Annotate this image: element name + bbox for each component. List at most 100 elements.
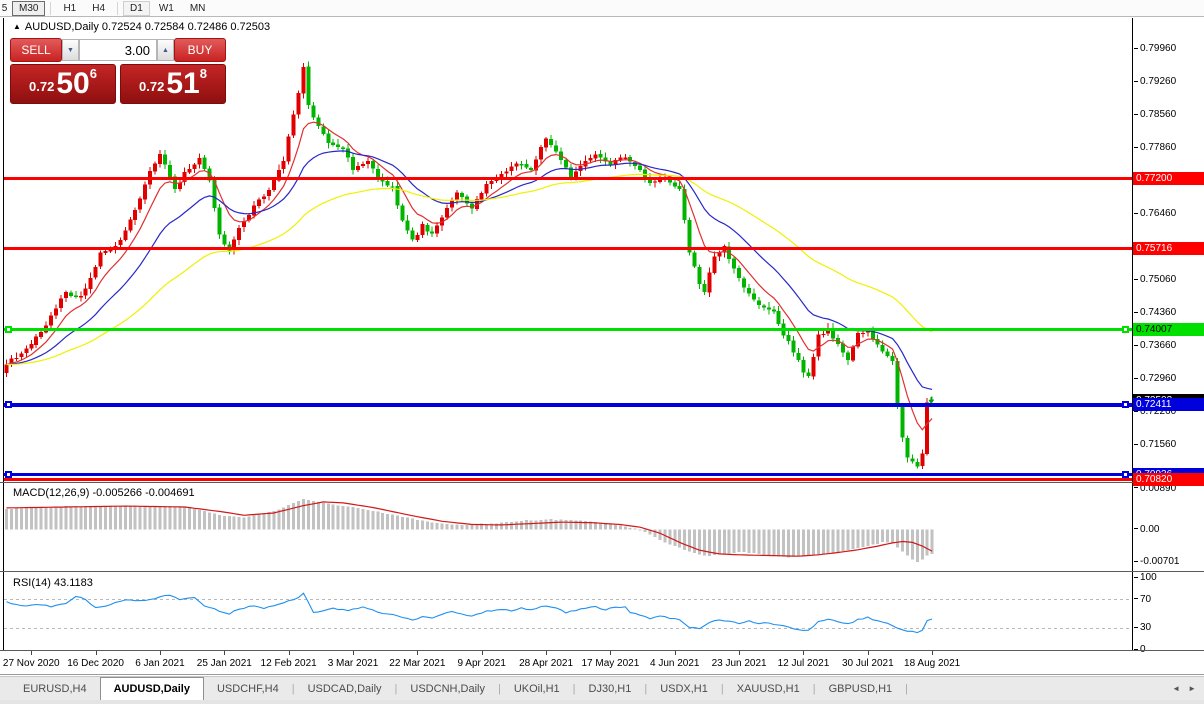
price-axis-tick: 0.79960 xyxy=(1134,43,1204,55)
volume-increase-button[interactable]: ▲ xyxy=(157,39,174,61)
price-axis-tick: 0.72960 xyxy=(1134,373,1204,385)
line-handle-right[interactable] xyxy=(1122,401,1129,409)
line-handle-right[interactable] xyxy=(1122,326,1129,334)
price-axis-tick: 0.71560 xyxy=(1134,439,1204,451)
chart-tab-usdx[interactable]: USDX,H1 xyxy=(647,677,721,700)
date-axis-label: 9 Apr 2021 xyxy=(457,658,506,669)
toolbar-separator xyxy=(117,1,119,15)
date-axis-tick xyxy=(288,651,290,655)
tick-dash-icon xyxy=(1134,146,1138,148)
rsi-indicator-canvas[interactable] xyxy=(4,574,1132,650)
tab-separator: | xyxy=(905,682,908,695)
tick-label: 0.77860 xyxy=(1140,141,1177,153)
chart-collapse-icon[interactable]: ▲ xyxy=(13,22,21,31)
rsi-axis-tick: 30 xyxy=(1134,622,1204,634)
tick-dash-icon xyxy=(1134,212,1138,214)
tabs-scroll-right-button[interactable]: ► xyxy=(1188,684,1196,693)
buy-price-box[interactable]: 0.72 51 8 xyxy=(120,64,226,104)
main-macd-separator[interactable] xyxy=(0,482,1204,483)
date-axis: 27 Nov 2020 16 Dec 2020 6 Jan 2021 25 Jan 2… xyxy=(0,651,1204,674)
macd-axis-tick: 0.00 xyxy=(1134,524,1204,536)
date-axis-tick xyxy=(803,651,805,655)
macd-rsi-separator[interactable] xyxy=(0,571,1204,572)
chart-tab-usdcad[interactable]: USDCAD,Daily xyxy=(295,677,395,700)
date-axis-tick xyxy=(739,651,741,655)
date-axis-label: 30 Jul 2021 xyxy=(841,658,894,669)
line-handle-left[interactable] xyxy=(5,326,12,334)
tick-label: 0.74360 xyxy=(1140,306,1177,318)
line-handle-left[interactable] xyxy=(5,401,12,409)
tick-label: 0.75060 xyxy=(1140,273,1177,285)
price-axis-tick: 0.78560 xyxy=(1134,109,1204,121)
buy-button[interactable]: BUY xyxy=(174,38,226,62)
timeframe-button-h1[interactable]: H1 xyxy=(56,1,83,16)
level-price-badge: 0.77200 xyxy=(1133,172,1204,186)
rsi-label: RSI(14) 43.1183 xyxy=(13,577,93,589)
timeframe-button-5[interactable]: 5 xyxy=(1,1,10,16)
date-axis-label: 25 Jan 2021 xyxy=(196,658,252,669)
macd-label: MACD(12,26,9) -0.005266 -0.004691 xyxy=(13,487,195,499)
tick-label: 0.79960 xyxy=(1140,42,1177,54)
horizontal-level-line[interactable] xyxy=(4,177,1132,181)
date-axis-label: 12 Feb 2021 xyxy=(260,658,317,669)
chart-tab-xauusd[interactable]: XAUUSD,H1 xyxy=(724,677,813,700)
timeframe-button-w1[interactable]: W1 xyxy=(152,1,181,16)
date-axis-label: 22 Mar 2021 xyxy=(389,658,446,669)
chart-tab-dj30[interactable]: DJ30,H1 xyxy=(576,677,645,700)
dateaxis-bottom-separator xyxy=(0,674,1204,675)
tick-dash-icon xyxy=(1134,443,1138,445)
date-axis-tick xyxy=(417,651,419,655)
tick-dash-icon xyxy=(1134,377,1138,379)
timeframe-button-h4[interactable]: H4 xyxy=(85,1,112,16)
tick-label: 0.72960 xyxy=(1140,372,1177,384)
date-axis-tick xyxy=(481,651,483,655)
chart-tab-usdcnh[interactable]: USDCNH,Daily xyxy=(397,677,498,700)
chart-tab-audusd[interactable]: AUDUSD,Daily xyxy=(99,677,204,700)
tick-dash-icon xyxy=(1134,47,1138,49)
horizontal-level-line[interactable] xyxy=(4,472,1132,476)
chart-tab-gbpusd[interactable]: GBPUSD,H1 xyxy=(816,677,906,700)
rsi-axis-tick: 70 xyxy=(1134,594,1204,606)
status-strip xyxy=(0,700,1204,704)
line-handle-right[interactable] xyxy=(1122,470,1129,478)
date-axis-tick xyxy=(610,651,612,655)
level-price-badge: 0.75716 xyxy=(1133,242,1204,256)
sell-button[interactable]: SELL xyxy=(10,38,62,62)
price-axis-tick: 0.76460 xyxy=(1134,208,1204,220)
chart-tab-bar: EURUSD,H4 AUDUSD,Daily USDCHF,H4 | USDCAD,Da… xyxy=(0,676,1204,700)
rsi-dateaxis-separator xyxy=(0,650,1204,651)
horizontal-level-line[interactable] xyxy=(4,328,1132,332)
rsi-line xyxy=(6,592,933,634)
price-axis-tick: 0.79260 xyxy=(1134,76,1204,88)
chart-tab-eurusd[interactable]: EURUSD,H4 xyxy=(10,677,100,700)
horizontal-level-line[interactable] xyxy=(4,247,1132,251)
timeframe-button-m30[interactable]: M30 xyxy=(12,0,46,16)
tick-label: 0.79260 xyxy=(1140,75,1177,87)
horizontal-level-line[interactable] xyxy=(4,402,1132,407)
horizontal-level-line[interactable] xyxy=(4,478,1132,482)
date-axis-tick xyxy=(932,651,934,655)
timeframe-button-d1[interactable]: D1 xyxy=(123,0,150,16)
date-axis-label: 17 May 2021 xyxy=(581,658,640,669)
date-axis-tick xyxy=(31,651,33,655)
tick-label: 0.78560 xyxy=(1140,108,1177,120)
chart-title: ▲ AUDUSD,Daily 0.72524 0.72584 0.72486 0.… xyxy=(13,21,270,33)
date-axis-label: 12 Jul 2021 xyxy=(777,658,830,669)
date-axis-tick xyxy=(867,651,869,655)
tick-dash-icon xyxy=(1134,278,1138,280)
volume-decrease-button[interactable]: ▼ xyxy=(62,39,79,61)
sell-price-box[interactable]: 0.72 50 6 xyxy=(10,64,116,104)
timeframe-button-mn[interactable]: MN xyxy=(183,1,213,16)
line-handle-left[interactable] xyxy=(5,470,12,478)
tab-scroll-controls: ◄ ► xyxy=(1164,677,1204,700)
date-axis-tick xyxy=(159,651,161,655)
tabs-scroll-left-button[interactable]: ◄ xyxy=(1172,684,1180,693)
chart-tab-usdchf[interactable]: USDCHF,H4 xyxy=(204,677,292,700)
tick-dash-icon xyxy=(1134,344,1138,346)
chart-tab-ukoil[interactable]: UKOil,H1 xyxy=(501,677,573,700)
bid-price-big: 50 xyxy=(56,67,90,100)
date-axis-tick xyxy=(95,651,97,655)
volume-input[interactable]: 3.00 xyxy=(79,39,157,61)
tick-dash-icon xyxy=(1134,311,1138,313)
bid-price-prefix: 0.72 xyxy=(29,79,55,94)
